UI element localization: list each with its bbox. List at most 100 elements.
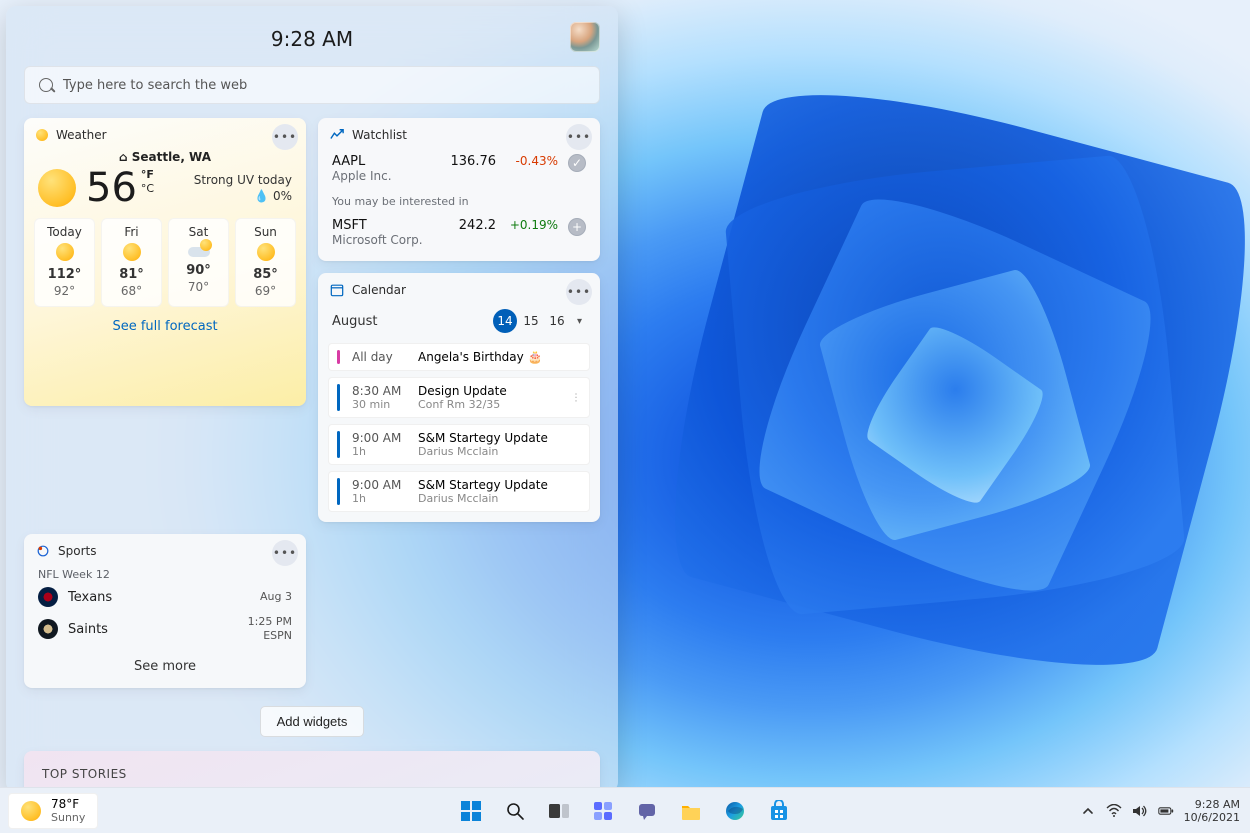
add-widgets-button[interactable]: Add widgets (260, 706, 365, 737)
sports-widget: Sports ••• NFL Week 12 Texans Aug 3 Sain… (24, 534, 306, 688)
sun-icon (123, 243, 141, 261)
widgets-clock: 9:28 AM (271, 27, 353, 51)
event-time: 9:00 AM (352, 431, 408, 445)
stock-price: 242.2 (440, 218, 496, 233)
day-low: 70° (171, 280, 226, 294)
watchlist-note: You may be interested in (318, 189, 600, 212)
calendar-event[interactable]: All day Angela's Birthday 🎂 (328, 343, 590, 371)
event-time: All day (352, 350, 408, 364)
event-color-bar (337, 478, 340, 505)
top-stories-title: TOP STORIES (42, 767, 582, 781)
calendar-event[interactable]: 8:30 AM30 min Design UpdateConf Rm 32/35… (328, 377, 590, 418)
team-logo-icon (38, 587, 58, 607)
day-label: Sat (171, 225, 226, 239)
event-handle-icon[interactable]: ⋮ (571, 392, 583, 403)
widgets-search-input[interactable]: Type here to search the web (24, 66, 600, 104)
see-full-forecast[interactable]: See full forecast (24, 307, 306, 344)
calendar-event[interactable]: 9:00 AM1h S&M Startegy UpdateDarius Mccl… (328, 471, 590, 512)
tray-overflow-icon[interactable] (1080, 803, 1096, 819)
watchlist-widget: Watchlist ••• AAPLApple Inc. 136.76 -0.4… (318, 118, 600, 261)
taskbar-clock[interactable]: 9:28 AM 10/6/2021 (1184, 798, 1240, 824)
day-low: 69° (238, 284, 293, 298)
day-low: 92° (37, 284, 92, 298)
sun-icon (56, 243, 74, 261)
file-explorer-button[interactable] (671, 791, 711, 831)
watchlist-more-button[interactable]: ••• (566, 124, 592, 150)
unit-f-toggle[interactable]: °F (141, 168, 154, 181)
weather-now-icon (38, 169, 76, 207)
sun-icon (21, 801, 41, 821)
weather-day[interactable]: Sun 85° 69° (235, 218, 296, 307)
volume-icon[interactable] (1132, 803, 1148, 819)
search-icon (39, 78, 53, 92)
event-title: Angela's Birthday 🎂 (418, 350, 543, 364)
partly-cloudy-icon (188, 243, 210, 257)
stock-company: Apple Inc. (332, 169, 392, 183)
event-time: 8:30 AM (352, 384, 408, 398)
weather-day[interactable]: Sat 90° 70° (168, 218, 229, 307)
edge-button[interactable] (715, 791, 755, 831)
store-button[interactable] (759, 791, 799, 831)
taskbar-weather-button[interactable]: 78°FSunny (8, 793, 98, 829)
event-color-bar (337, 384, 340, 411)
match-network: ESPN (248, 629, 292, 643)
wallpaper-bloom (640, 80, 1250, 700)
widgets-button[interactable] (583, 791, 623, 831)
battery-icon[interactable] (1158, 803, 1174, 819)
day-high: 90° (171, 263, 226, 278)
day-high: 81° (104, 267, 159, 282)
weather-day[interactable]: Today 112° 92° (34, 218, 95, 307)
weather-temp: 56 (86, 168, 137, 208)
weather-humidity: 0% (273, 189, 292, 203)
weather-day[interactable]: Fri 81° 68° (101, 218, 162, 307)
weather-headline: Strong UV today (194, 173, 292, 187)
event-duration: 30 min (352, 398, 408, 411)
event-color-bar (337, 431, 340, 458)
chat-button[interactable] (627, 791, 667, 831)
weather-widget: Weather ••• ⌂ Seattle, WA 56 °F°C Strong… (24, 118, 306, 406)
stock-add-chip[interactable]: + (568, 218, 586, 236)
weather-title: Weather (56, 128, 107, 142)
stock-row[interactable]: AAPLApple Inc. 136.76 -0.43% ✓ (318, 148, 600, 189)
weather-more-button[interactable]: ••• (272, 124, 298, 150)
match-time: 1:25 PM (248, 615, 292, 629)
unit-c-toggle[interactable]: °C (141, 182, 154, 195)
day-label: Today (37, 225, 92, 239)
search-placeholder: Type here to search the web (63, 78, 247, 93)
widgets-panel: 9:28 AM Type here to search the web Weat… (6, 6, 618, 792)
day-label: Sun (238, 225, 293, 239)
watchlist-icon (330, 128, 344, 142)
task-view-button[interactable] (539, 791, 579, 831)
stock-row[interactable]: MSFTMicrosoft Corp. 242.2 +0.19% + (318, 212, 600, 253)
stock-company: Microsoft Corp. (332, 233, 423, 247)
stock-change: -0.43% (506, 154, 558, 168)
calendar-month: August (332, 314, 491, 329)
match-date: Aug 3 (260, 590, 292, 604)
taskbar-weather-temp: 78°F (51, 797, 79, 811)
start-button[interactable] (451, 791, 491, 831)
user-avatar[interactable] (570, 22, 600, 52)
wifi-icon[interactable] (1106, 803, 1122, 819)
chevron-down-icon[interactable]: ▾ (573, 316, 586, 327)
sports-more-button[interactable]: ••• (272, 540, 298, 566)
calendar-day-button[interactable]: 16 (545, 309, 569, 333)
stock-check-chip[interactable]: ✓ (568, 154, 586, 172)
calendar-day-button[interactable]: 14 (493, 309, 517, 333)
taskbar-date: 10/6/2021 (1184, 811, 1240, 824)
calendar-icon (330, 283, 344, 297)
sports-team-row[interactable]: Saints 1:25 PMESPN (24, 611, 306, 647)
stock-symbol: MSFT (332, 218, 430, 233)
event-duration: 1h (352, 492, 408, 505)
event-subtitle: Darius Mcclain (418, 445, 548, 458)
humidity-icon: 💧 (254, 189, 269, 203)
sports-see-more[interactable]: See more (24, 647, 306, 680)
calendar-day-button[interactable]: 15 (519, 309, 543, 333)
team-logo-icon (38, 619, 58, 639)
sports-team-row[interactable]: Texans Aug 3 (24, 583, 306, 611)
taskbar-search-button[interactable] (495, 791, 535, 831)
event-title: Design Update (418, 384, 507, 398)
calendar-more-button[interactable]: ••• (566, 279, 592, 305)
calendar-event[interactable]: 9:00 AM1h S&M Startegy UpdateDarius Mccl… (328, 424, 590, 465)
sun-icon (257, 243, 275, 261)
calendar-title: Calendar (352, 283, 406, 297)
